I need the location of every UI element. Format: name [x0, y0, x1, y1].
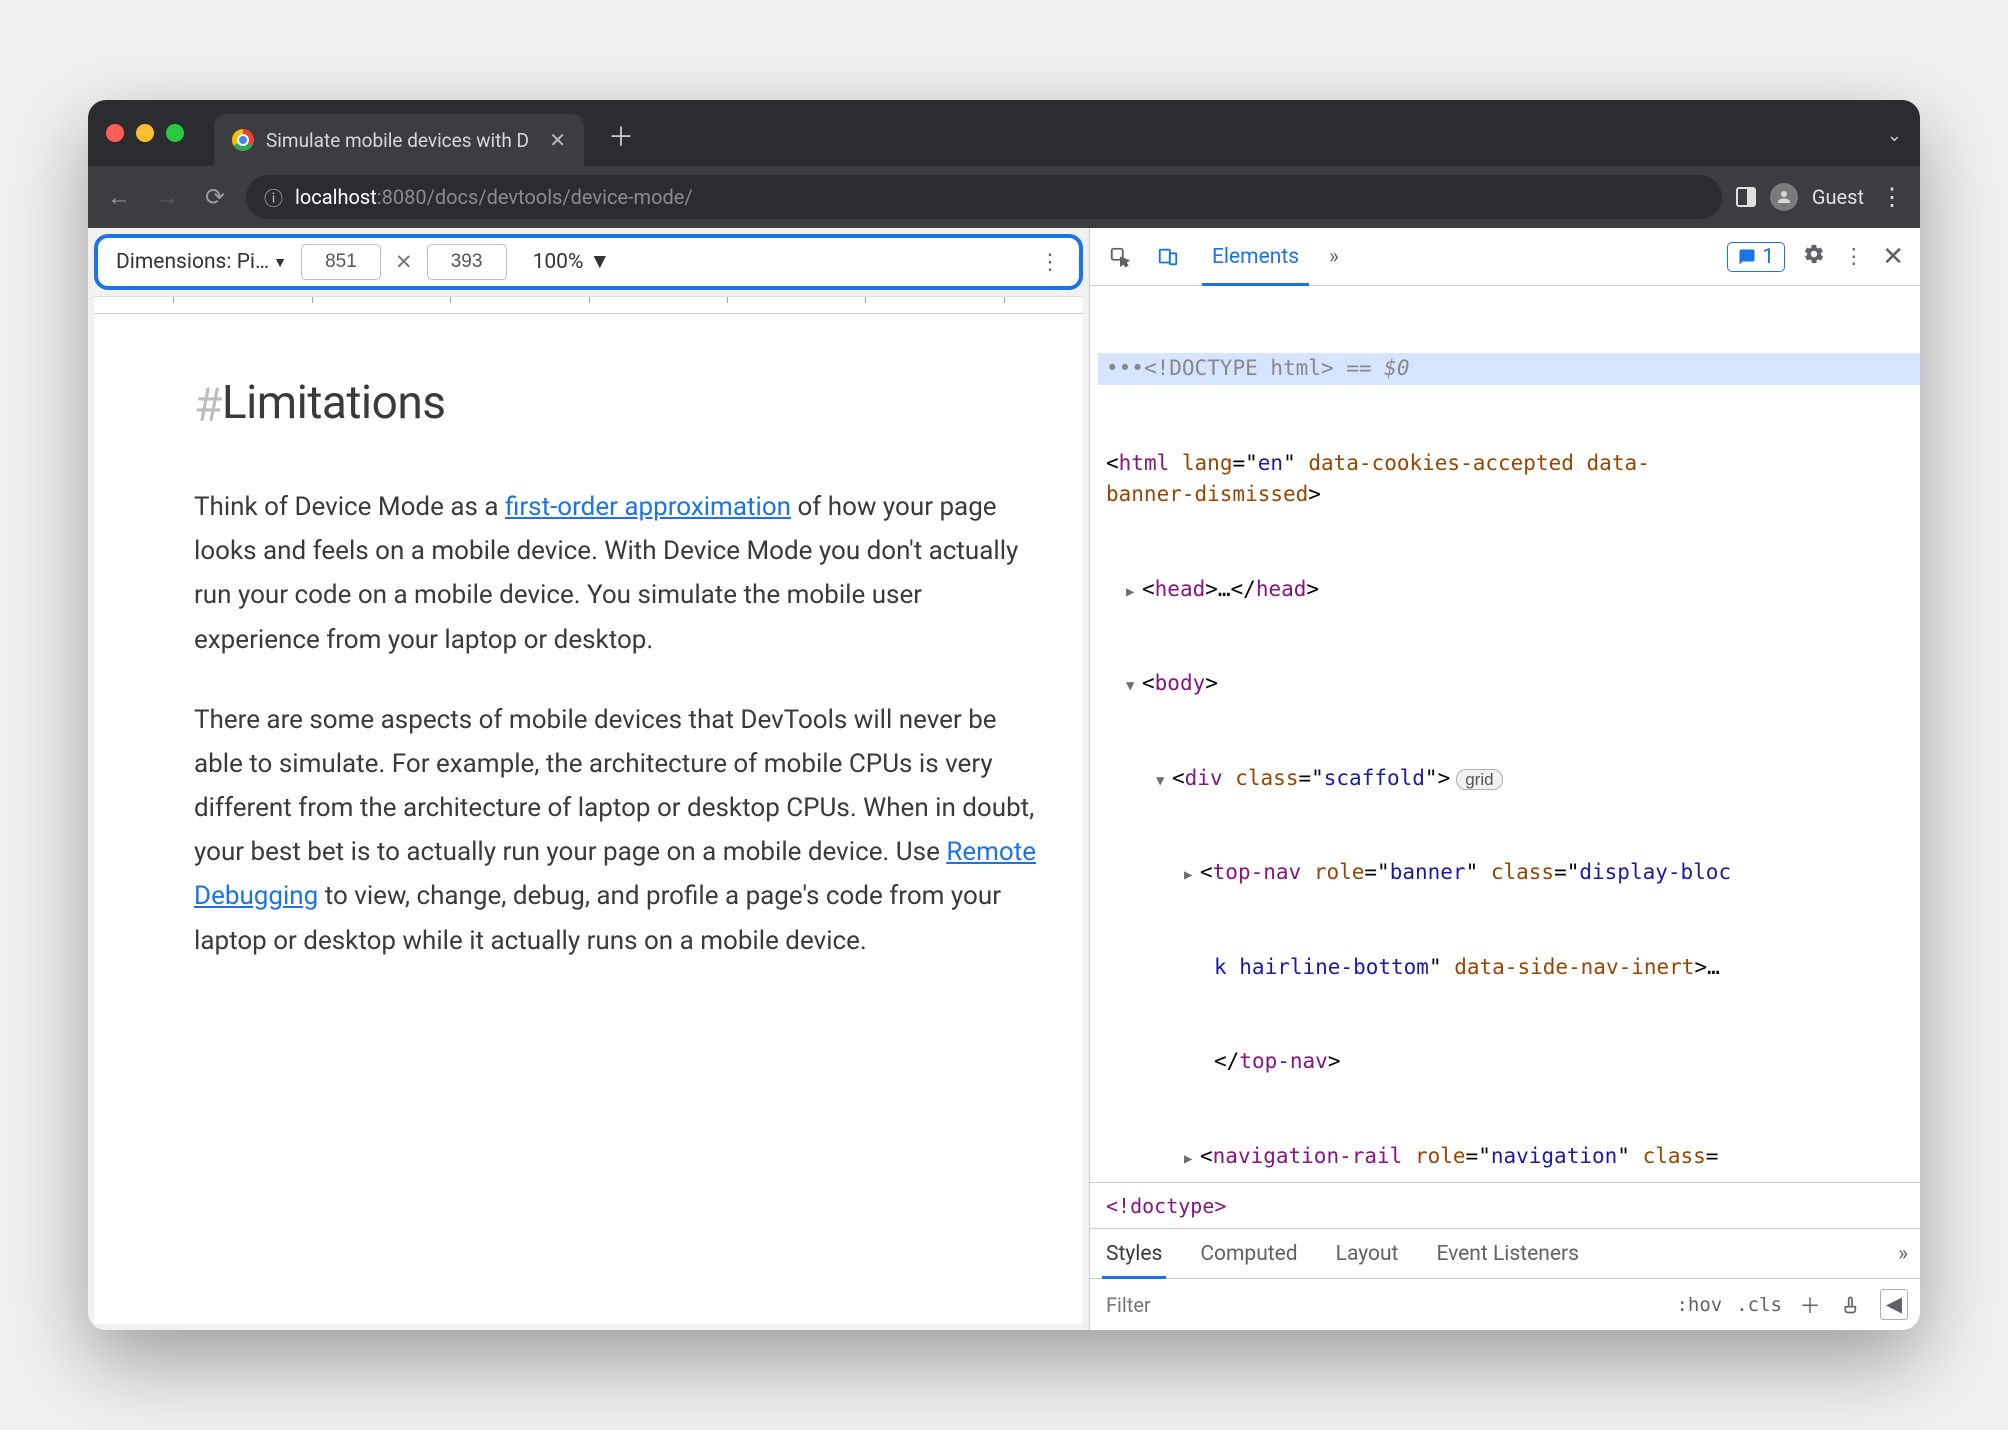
dom-line-head[interactable]: ▶<head>…</head> [1098, 574, 1920, 606]
dimensions-dropdown[interactable]: Dimensions: Pi… ▼ [116, 250, 287, 274]
issues-badge[interactable]: 1 [1727, 242, 1785, 272]
paint-brush-icon[interactable] [1838, 1295, 1866, 1315]
zoom-dropdown[interactable]: 100% ▼ [533, 250, 611, 274]
dom-line-topnav[interactable]: ▶<top-nav role="banner" class="display-b… [1098, 857, 1920, 889]
toggle-device-icon[interactable] [1154, 243, 1182, 271]
cls-toggle[interactable]: .cls [1736, 1294, 1782, 1316]
styles-filter-input[interactable] [1102, 1289, 1662, 1321]
side-panel-icon[interactable] [1736, 187, 1756, 207]
nav-back-button[interactable]: ← [102, 183, 136, 212]
dimension-separator: ✕ [395, 250, 413, 275]
dom-line[interactable]: </top-nav> [1098, 1046, 1920, 1078]
titlebar: Simulate mobile devices with D ✕ ＋ ⌄ [88, 100, 1920, 166]
dom-line[interactable]: k hairline-bottom" data-side-nav-inert>… [1098, 952, 1920, 984]
issue-icon [1738, 248, 1756, 266]
tree-toggle-icon[interactable]: ▶ [1184, 865, 1200, 886]
device-viewport: Dimensions: Pi… ▼ ✕ 100% ▼ ⋮ #Limitation… [88, 228, 1090, 1330]
url-text: localhost:8080/docs/devtools/device-mode… [295, 185, 693, 209]
subtab-event-listeners[interactable]: Event Listeners [1432, 1229, 1582, 1278]
devtools-toolbar: Elements » 1 ⋮ ✕ [1090, 228, 1920, 286]
new-style-rule-icon[interactable]: ＋ [1796, 1290, 1824, 1320]
chevron-down-icon: ▼ [273, 254, 287, 271]
devtools-close-button[interactable]: ✕ [1882, 242, 1904, 272]
tab-elements[interactable]: Elements [1202, 228, 1309, 285]
url-field[interactable]: ⓘ localhost:8080/docs/devtools/device-mo… [246, 175, 1722, 219]
computed-panel-toggle-icon[interactable]: ◀ [1880, 1289, 1908, 1320]
dom-breadcrumb[interactable]: <!doctype> [1090, 1182, 1920, 1228]
tab-title: Simulate mobile devices with D [266, 129, 529, 152]
profile-avatar-icon[interactable] [1770, 183, 1798, 211]
subtab-styles[interactable]: Styles [1102, 1229, 1166, 1278]
chevron-down-icon: ▼ [589, 250, 610, 274]
new-tab-button[interactable]: ＋ [608, 117, 634, 154]
window-minimize-button[interactable] [136, 124, 154, 142]
nav-reload-button[interactable]: ⟳ [198, 183, 232, 211]
styles-filter-bar: :hov .cls ＋ ◀ [1090, 1278, 1920, 1330]
browser-tab[interactable]: Simulate mobile devices with D ✕ [214, 114, 584, 166]
window-maximize-button[interactable] [166, 124, 184, 142]
zoom-label: 100% [533, 250, 584, 274]
width-input[interactable] [301, 244, 381, 280]
styles-tabs: Styles Computed Layout Event Listeners » [1090, 1228, 1920, 1278]
tree-toggle-icon[interactable]: ▼ [1156, 771, 1172, 792]
issues-count: 1 [1762, 245, 1774, 269]
devtools-menu-button[interactable]: ⋮ [1843, 244, 1864, 269]
address-bar: ← → ⟳ ⓘ localhost:8080/docs/devtools/dev… [88, 166, 1920, 228]
settings-gear-icon[interactable] [1803, 243, 1825, 271]
link-first-order[interactable]: first-order approximation [505, 492, 791, 522]
inspect-element-icon[interactable] [1106, 243, 1134, 271]
dom-line-navrail[interactable]: ▶<navigation-rail role="navigation" clas… [1098, 1141, 1920, 1173]
breadcrumb-item[interactable]: <!doctype> [1106, 1194, 1226, 1218]
device-toolbar-menu[interactable]: ⋮ [1039, 250, 1061, 275]
window-controls [106, 124, 184, 142]
height-input[interactable] [427, 244, 507, 280]
dom-line-body[interactable]: ▼<body> [1098, 668, 1920, 700]
more-tabs-chevron-icon[interactable]: » [1329, 245, 1339, 269]
dom-line-scaffold[interactable]: ▼<div class="scaffold">grid [1098, 763, 1920, 795]
dom-line-doctype[interactable]: •••<!DOCTYPE html> == $0 [1098, 353, 1920, 385]
window-close-button[interactable] [106, 124, 124, 142]
hov-toggle[interactable]: :hov [1676, 1294, 1722, 1316]
device-toolbar: Dimensions: Pi… ▼ ✕ 100% ▼ ⋮ [94, 234, 1083, 290]
browser-menu-button[interactable]: ⋮ [1878, 183, 1906, 211]
dimensions-label: Dimensions: Pi… [116, 250, 269, 274]
subtab-computed[interactable]: Computed [1196, 1229, 1301, 1278]
tree-toggle-icon[interactable]: ▶ [1126, 582, 1142, 603]
ruler [94, 296, 1083, 314]
tab-close-button[interactable]: ✕ [549, 128, 566, 152]
nav-forward-button[interactable]: → [150, 183, 184, 212]
user-area: Guest ⋮ [1736, 183, 1906, 211]
content-split: Dimensions: Pi… ▼ ✕ 100% ▼ ⋮ #Limitation… [88, 228, 1920, 1330]
grid-badge[interactable]: grid [1456, 769, 1502, 790]
chrome-logo-icon [232, 129, 254, 151]
subtab-layout[interactable]: Layout [1332, 1229, 1403, 1278]
profile-label: Guest [1812, 185, 1864, 209]
page-heading: #Limitations [194, 364, 1043, 445]
page-preview: #Limitations Think of Device Mode as a f… [94, 314, 1083, 1324]
subtabs-more-icon[interactable]: » [1898, 1242, 1908, 1266]
dom-line-html[interactable]: <html lang="en" data-cookies-accepted da… [1098, 448, 1920, 511]
tree-toggle-icon[interactable]: ▶ [1184, 1149, 1200, 1170]
paragraph-1: Think of Device Mode as a first-order ap… [194, 485, 1043, 662]
devtools-panel: Elements » 1 ⋮ ✕ •••<!DOCTYPE html> == $… [1090, 228, 1920, 1330]
hash-icon: # [194, 379, 222, 433]
browser-window: Simulate mobile devices with D ✕ ＋ ⌄ ← →… [88, 100, 1920, 1330]
paragraph-2: There are some aspects of mobile devices… [194, 698, 1043, 963]
dom-tree[interactable]: •••<!DOCTYPE html> == $0 <html lang="en"… [1090, 286, 1920, 1182]
titlebar-chevron-down-icon[interactable]: ⌄ [1887, 125, 1902, 146]
site-info-icon[interactable]: ⓘ [264, 184, 283, 211]
tree-toggle-icon[interactable]: ▼ [1126, 676, 1142, 697]
